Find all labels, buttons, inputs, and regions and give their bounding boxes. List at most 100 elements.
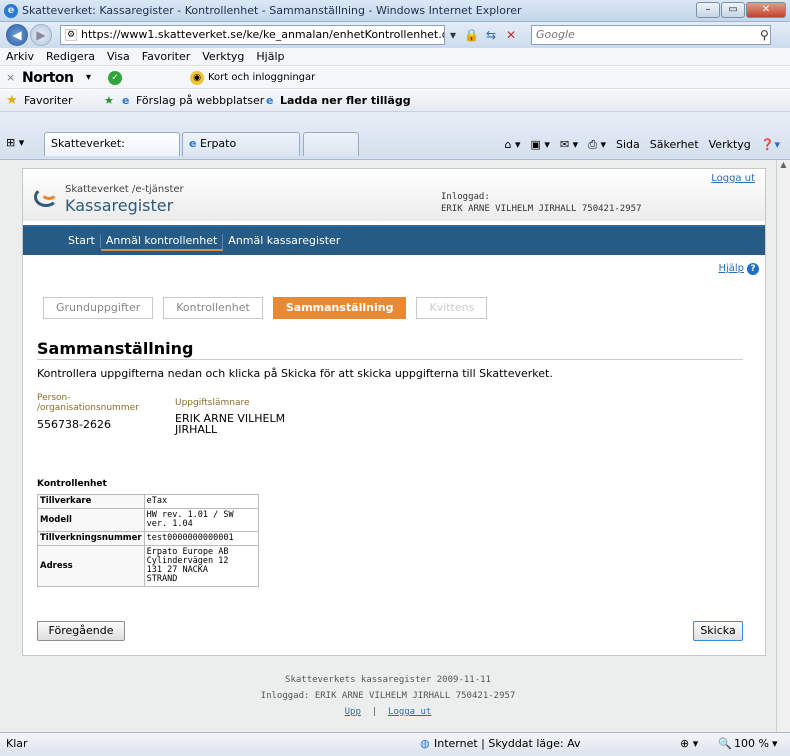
zoom-level[interactable]: 100 %	[734, 733, 769, 755]
security-zone[interactable]: Internet | Skyddat läge: Av	[434, 733, 581, 755]
tab-skatteverket[interactable]: Skatteverket: Kassaregis... ✕	[44, 132, 180, 172]
menu-hjalp[interactable]: Hjälp	[256, 48, 284, 65]
menu-verktyg[interactable]: Verktyg	[202, 48, 244, 65]
table-row: Modell HW rev. 1.01 / SW ver. 1.04	[37, 508, 259, 532]
back-button[interactable]: ◀	[6, 24, 28, 46]
url-dropdown-icon[interactable]: ▾	[450, 25, 456, 45]
logout-link[interactable]: Logga ut	[711, 173, 755, 184]
minimize-button[interactable]: –	[696, 2, 720, 18]
page-menu[interactable]: Sida	[616, 134, 640, 156]
forward-button[interactable]: ▶	[30, 24, 52, 46]
submitter-label: Uppgiftslämnare	[175, 398, 250, 408]
menu-arkiv[interactable]: Arkiv	[6, 48, 34, 65]
nav-register-control-unit[interactable]: Anmäl kontrollenhet	[100, 234, 224, 251]
favorites-star-icon: ★	[6, 93, 18, 108]
submit-button[interactable]: Skicka	[693, 621, 743, 641]
norton-toolbar: × Norton ▾ ✓ ◉ Kort och inloggningar	[0, 67, 790, 89]
suggested-sites-link[interactable]: Förslag på webbplatser	[136, 90, 264, 112]
row-value: Erpato Europe AB Cylindervägen 12 131 27…	[143, 545, 259, 587]
new-tab-button[interactable]	[303, 132, 359, 156]
nav-register-cash-register[interactable]: Anmäl kassaregister	[223, 234, 345, 248]
norton-dropdown-icon[interactable]: ▾	[86, 67, 91, 89]
stop-icon[interactable]: ✕	[506, 25, 516, 45]
row-key: Tillverkare	[37, 494, 145, 509]
safety-menu[interactable]: Säkerhet	[650, 134, 699, 156]
site-icon: ⚙	[65, 29, 77, 41]
norton-login-label[interactable]: Kort och inloggningar	[208, 67, 315, 89]
status-bar: Klar ◍ Internet | Skyddat läge: Av ⊕ ▾ 🔍…	[0, 732, 790, 756]
favorites-button[interactable]: Favoriter	[24, 90, 72, 112]
search-provider-label: Google	[536, 28, 575, 41]
protected-mode-icon[interactable]: ⊕ ▾	[680, 733, 698, 755]
toolbar-close-icon[interactable]: ×	[6, 67, 15, 89]
row-value: HW rev. 1.01 / SW ver. 1.04	[143, 508, 259, 532]
help-label: Hjälp	[718, 263, 744, 274]
window-titlebar: e Skatteverket: Kassaregister - Kontroll…	[0, 0, 790, 22]
mail-icon[interactable]: ✉ ▾	[560, 134, 578, 156]
skatteverket-logo-icon	[34, 181, 60, 209]
logged-in-label: Inloggad:	[441, 192, 490, 202]
up-link[interactable]: Upp	[345, 707, 361, 717]
url-text: https://www1.skatteverket.se/ke/ke_anmal…	[81, 28, 444, 41]
previous-button[interactable]: Föregående	[37, 621, 125, 641]
scroll-up-icon[interactable]: ▲	[777, 160, 790, 174]
step-summary: Sammanställning	[272, 297, 407, 319]
ie-addons-icon: e	[266, 94, 274, 107]
menu-bar: Arkiv Redigera Visa Favoriter Verktyg Hj…	[0, 48, 790, 66]
table-row: Tillverkningsnummer test0000000000001	[37, 531, 259, 546]
submitter-value-2: JIRHALL	[175, 423, 218, 436]
search-input[interactable]: Google	[531, 25, 771, 45]
address-bar: ◀ ▶ ⚙ https://www1.skatteverket.se/ke/ke…	[0, 22, 790, 48]
lock-icon[interactable]: 🔒	[464, 25, 479, 45]
page-title: Sammanställning	[37, 339, 194, 358]
favorites-bar: ★ Favoriter ★ e Förslag på webbplatser e…	[0, 90, 790, 112]
maximize-button[interactable]: ▭	[721, 2, 745, 18]
value-line: eTax	[146, 496, 168, 506]
main-nav: Start Anmäl kontrollenhet Anmäl kassareg…	[23, 225, 765, 255]
ie-link-icon: e	[122, 94, 130, 107]
step-control-unit: Kontrollenhet	[163, 297, 263, 319]
search-icon[interactable]: ⚲	[760, 25, 769, 45]
menu-visa[interactable]: Visa	[107, 48, 130, 65]
help-link[interactable]: Hjälp?	[718, 263, 759, 275]
ie-tab-icon: e	[189, 137, 197, 150]
zoom-dropdown-icon[interactable]: ▾	[772, 733, 778, 755]
norton-brand[interactable]: Norton	[22, 67, 74, 89]
quick-tabs-icon[interactable]: ⊞ ▾	[6, 136, 24, 149]
url-input[interactable]: ⚙ https://www1.skatteverket.se/ke/ke_anm…	[60, 25, 445, 45]
feeds-icon[interactable]: ▣ ▾	[531, 134, 550, 156]
title-divider	[37, 359, 743, 360]
menu-favoriter[interactable]: Favoriter	[142, 48, 190, 65]
add-favorite-icon[interactable]: ★	[104, 90, 114, 112]
internet-zone-icon: ◍	[420, 737, 430, 750]
menu-redigera[interactable]: Redigera	[46, 48, 95, 65]
table-row: Adress Erpato Europe AB Cylindervägen 12…	[37, 545, 259, 587]
tab-bar: ⊞ ▾ Skatteverket: Kassaregis... ✕ e Erpa…	[0, 112, 790, 172]
vertical-scrollbar[interactable]: ▲	[776, 160, 790, 732]
value-line: test0000000000001	[146, 533, 234, 543]
window-title: Skatteverket: Kassaregister - Kontrollen…	[22, 4, 522, 17]
status-text: Klar	[6, 737, 28, 750]
footer-logout-link[interactable]: Logga ut	[388, 707, 431, 717]
value-line: ver. 1.04	[146, 519, 193, 529]
home-icon[interactable]: ⌂ ▾	[505, 134, 521, 156]
row-key: Tillverkningsnummer	[37, 531, 145, 546]
footer-links: Upp | Logga ut	[344, 707, 432, 717]
intro-text: Kontrollera uppgifterna nedan och klicka…	[37, 367, 553, 380]
norton-status-icon[interactable]: ✓	[108, 71, 122, 85]
ie-logo-icon: e	[4, 4, 18, 18]
nav-start[interactable]: Start	[63, 234, 101, 248]
print-icon[interactable]: ⎙ ▾	[588, 134, 606, 156]
refresh-icon[interactable]: ⇆	[486, 25, 496, 45]
card-icon: ◉	[190, 71, 204, 85]
orgnr-label-1: Person-	[37, 393, 71, 403]
tab-erpato[interactable]: e Erpato	[182, 132, 300, 156]
close-button[interactable]: ✕	[746, 2, 786, 18]
help-icon[interactable]: ❓▾	[761, 134, 780, 156]
addons-link[interactable]: Ladda ner fler tillägg	[280, 90, 411, 112]
tools-menu[interactable]: Verktyg	[709, 134, 751, 156]
progress-steps: Grunduppgifter Kontrollenhet Sammanställ…	[43, 297, 497, 319]
orgnr-value: 556738-2626	[37, 418, 111, 431]
row-key: Modell	[37, 508, 145, 532]
control-unit-table: Tillverkare eTax Modell HW rev. 1.01 / S…	[37, 494, 259, 587]
